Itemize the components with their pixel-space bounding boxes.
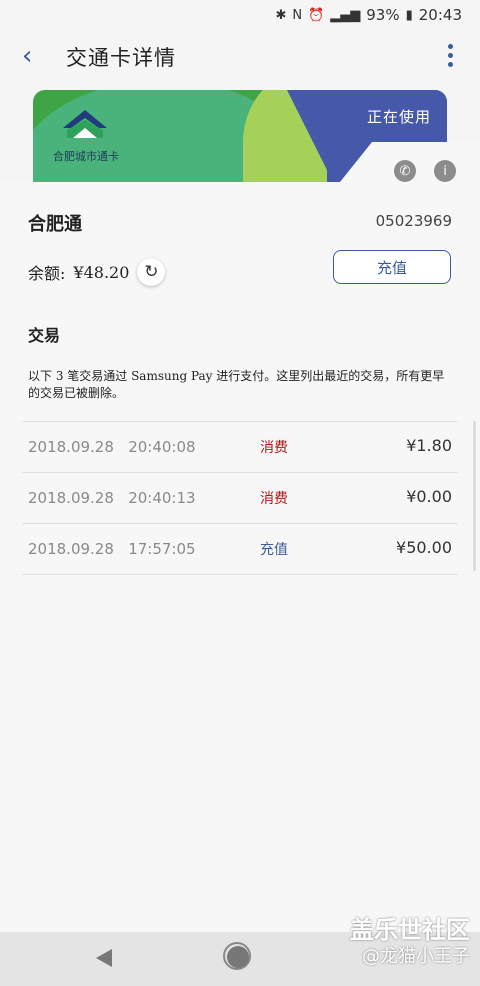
- scrollbar[interactable]: [473, 421, 476, 571]
- phone-icon[interactable]: ✆: [394, 160, 416, 182]
- watermark-author: @龙猫小王子: [362, 946, 470, 967]
- nfc-icon: N: [292, 7, 303, 23]
- card-logo-icon: [63, 110, 107, 138]
- refresh-icon[interactable]: ↻: [137, 258, 166, 286]
- signal-icon: ▂▄▆: [330, 7, 361, 23]
- transaction-type: 消费: [260, 491, 288, 507]
- transaction-row[interactable]: 2018.09.28 20:40:13 消费 ¥0.00: [22, 473, 458, 524]
- info-icon[interactable]: i: [434, 160, 456, 182]
- transaction-type: 消费: [260, 440, 288, 456]
- transaction-amount: ¥50.00: [396, 538, 452, 557]
- app-bar: ‹ 交通卡详情: [0, 30, 480, 84]
- transaction-time: 20:40:08: [128, 438, 196, 456]
- alarm-icon: ⏰: [308, 7, 325, 23]
- transaction-row[interactable]: 2018.09.28 20:40:08 消费 ¥1.80: [22, 422, 458, 473]
- card-number: 05023969: [375, 212, 452, 230]
- transaction-time: 17:57:05: [128, 540, 196, 558]
- transaction-amount: ¥0.00: [406, 487, 452, 506]
- card-place: 合肥通: [28, 214, 82, 235]
- transaction-date: 2018.09.28: [28, 438, 114, 456]
- status-bar: ✱ N ⏰ ▂▄▆ 93% ▮ 20:43: [0, 0, 480, 30]
- transaction-datetime: 2018.09.28 20:40:13: [28, 489, 196, 507]
- transaction-type: 充值: [260, 542, 288, 558]
- topup-button[interactable]: 充值: [333, 250, 451, 284]
- transactions-note: 以下 3 笔交易通过 Samsung Pay 进行支付。这里列出最近的交易，所有…: [28, 369, 445, 400]
- transaction-row[interactable]: 2018.09.28 17:57:05 充值 ¥50.00: [22, 524, 458, 575]
- transaction-datetime: 2018.09.28 20:40:08: [28, 438, 196, 456]
- transactions-heading: 交易: [28, 326, 61, 345]
- transaction-date: 2018.09.28: [28, 489, 114, 507]
- battery-icon: ▮: [405, 7, 413, 23]
- page-title: 交通卡详情: [66, 46, 176, 70]
- balance-value: ¥48.20: [73, 262, 130, 282]
- balance-label: 余额:: [28, 264, 66, 283]
- nav-back-icon[interactable]: [96, 949, 112, 967]
- back-icon[interactable]: ‹: [22, 43, 46, 69]
- transaction-time: 20:40:13: [128, 489, 196, 507]
- card-status-badge: 正在使用: [366, 108, 431, 126]
- transaction-list: 2018.09.28 20:40:08 消费 ¥1.80 2018.09.28 …: [22, 421, 458, 575]
- transaction-datetime: 2018.09.28 17:57:05: [28, 540, 196, 558]
- transaction-date: 2018.09.28: [28, 540, 114, 558]
- transaction-amount: ¥1.80: [406, 436, 452, 455]
- nav-home-icon[interactable]: [227, 946, 249, 968]
- more-options-icon[interactable]: [446, 44, 454, 70]
- bluetooth-icon: ✱: [275, 7, 287, 23]
- battery-percent: 93%: [366, 6, 400, 24]
- watermark-title: 盖乐世社区: [350, 916, 470, 944]
- clock: 20:43: [418, 6, 462, 24]
- sheet-actions: ✆ i: [394, 160, 456, 182]
- balance-row: 余额: ¥48.20 ↻: [28, 258, 166, 286]
